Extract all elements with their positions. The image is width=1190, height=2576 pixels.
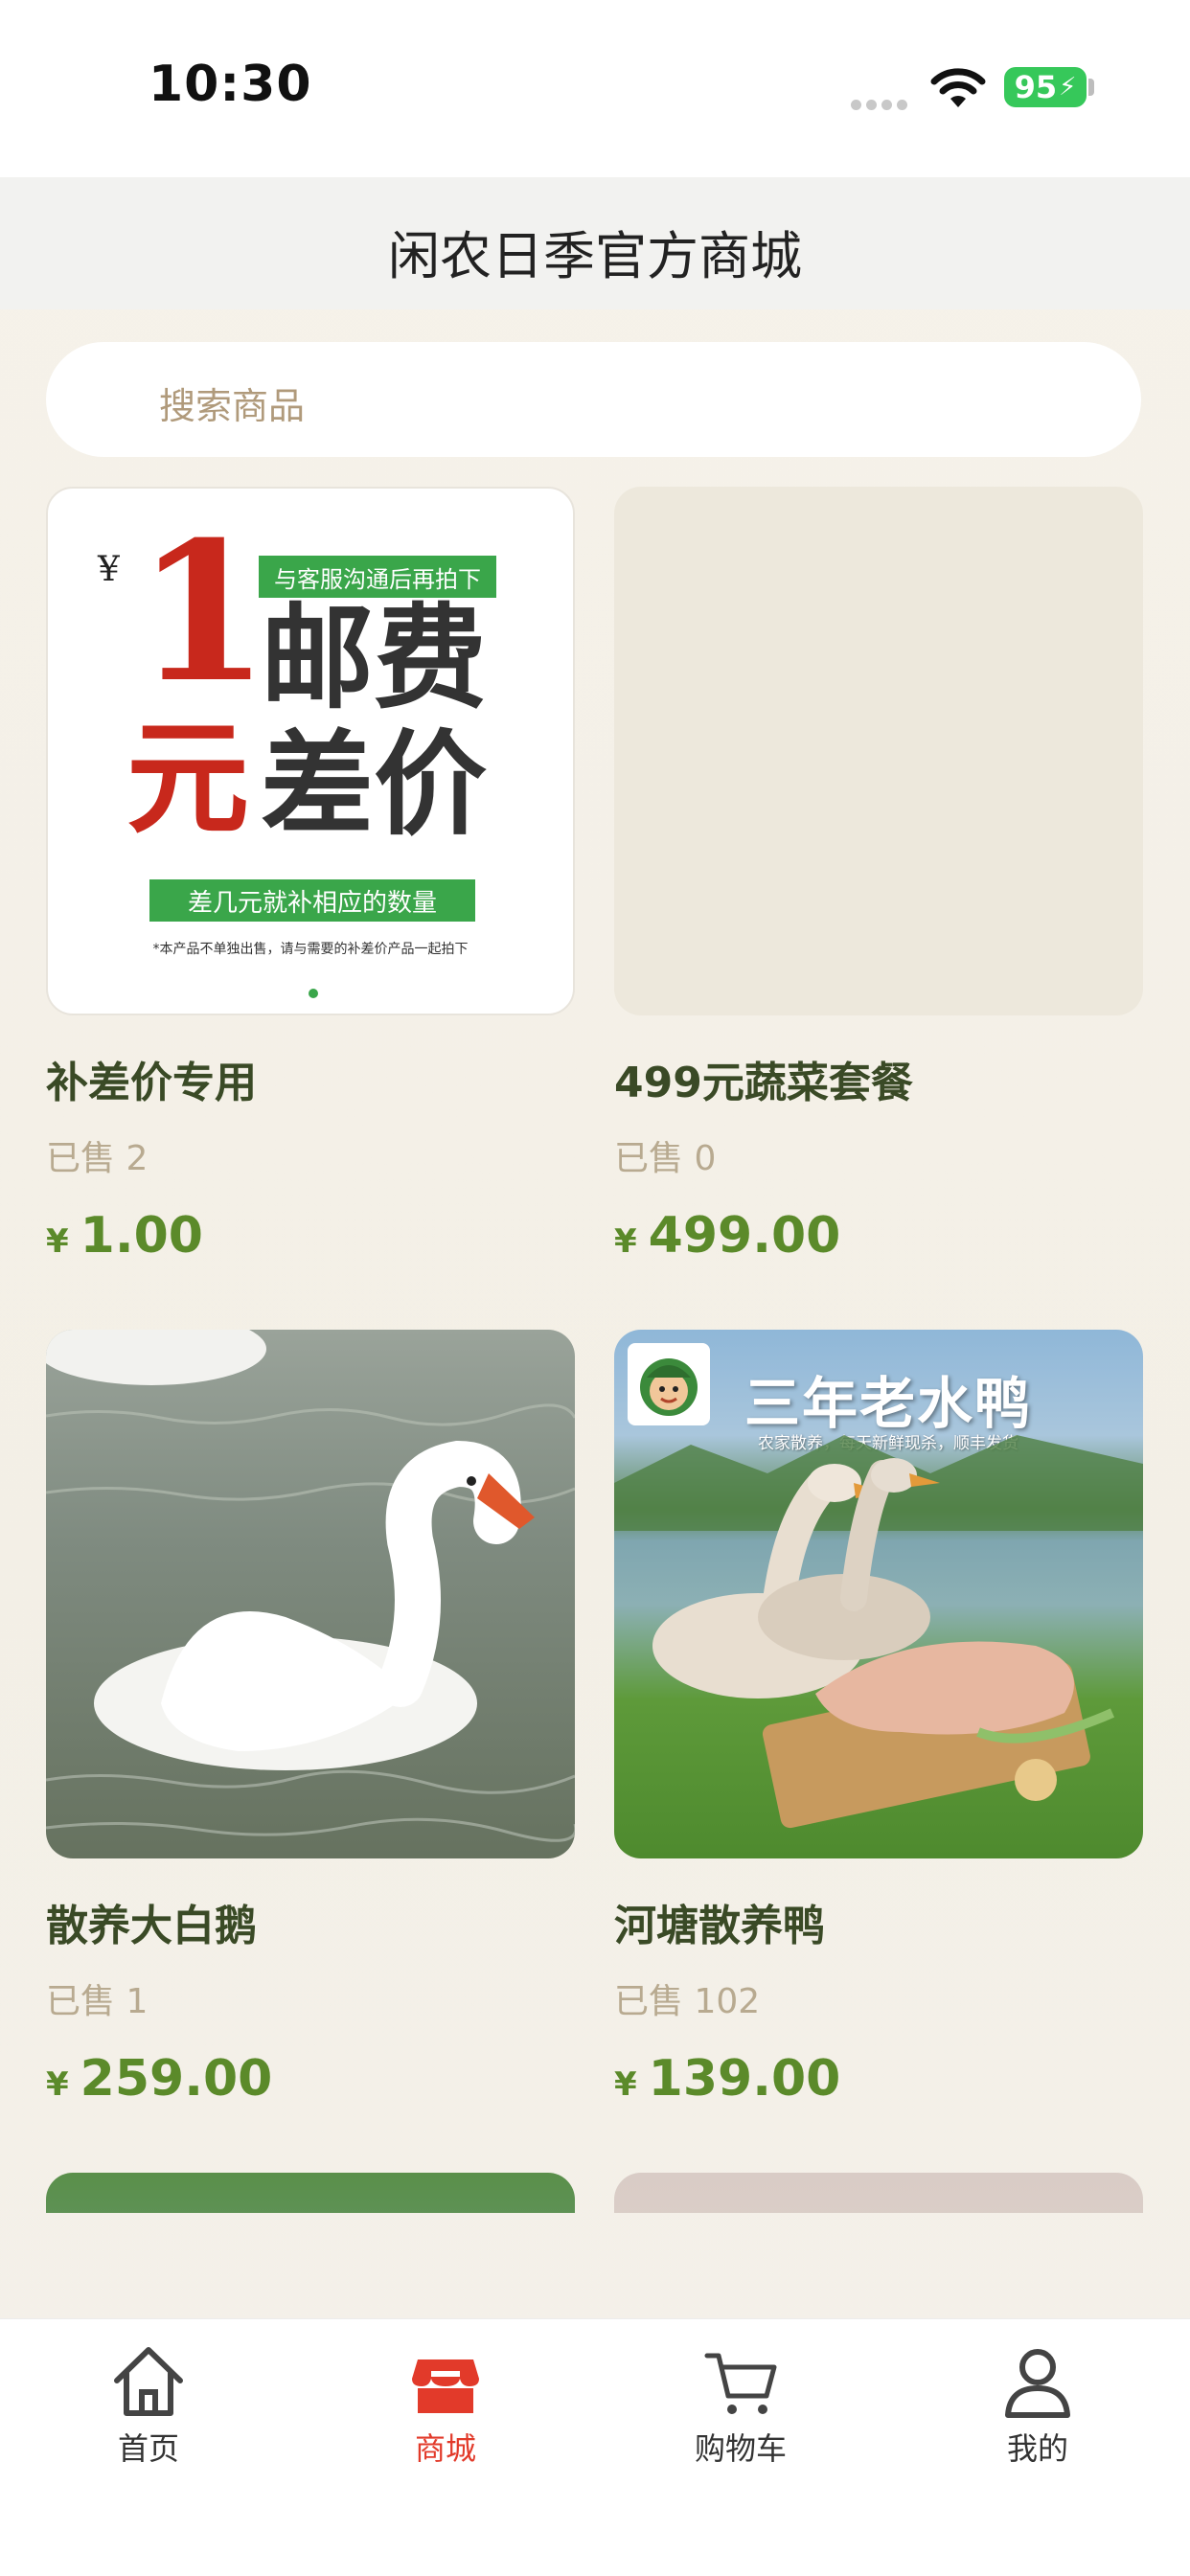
product-price: ¥259.00 xyxy=(46,2050,575,2108)
tab-label: 首页 xyxy=(117,2430,179,2467)
search-placeholder: 搜索商品 xyxy=(159,385,306,427)
product-title: 散养大白鹅 xyxy=(46,1902,257,1950)
product-card[interactable]: ¥ 1 元 与客服沟通后再拍下 邮费 差价 差几元就补相应的数量 *本产品不单独… xyxy=(46,487,575,1265)
page-header: 闲农日季官方商城 xyxy=(0,177,1190,309)
status-time: 10:30 xyxy=(149,56,312,113)
page-title: 闲农日季官方商城 xyxy=(388,226,802,286)
banner-line2: 差价 xyxy=(261,718,488,851)
product-grid: ¥ 1 元 与客服沟通后再拍下 邮费 差价 差几元就补相应的数量 *本产品不单独… xyxy=(0,487,1190,2213)
tab-label: 购物车 xyxy=(694,2430,787,2467)
product-title: 499元蔬菜套餐 xyxy=(614,1059,913,1107)
product-image-duck: 三年老水鸭 农家散养，每天新鲜现杀，顺丰发货 xyxy=(614,1330,1143,1858)
product-image-partial[interactable] xyxy=(46,2173,575,2213)
price-value: 1.00 xyxy=(80,1207,203,1265)
product-sold-count: 已售 2 xyxy=(46,1139,149,1178)
tab-profile[interactable]: 我的 xyxy=(942,2338,1133,2469)
currency-symbol: ¥ xyxy=(614,2065,637,2104)
product-image-goose xyxy=(46,1330,575,1858)
cellular-signal-icon xyxy=(851,96,912,114)
tab-label: 我的 xyxy=(1006,2430,1068,2467)
product-title: 河塘散养鸭 xyxy=(614,1902,825,1950)
search-input[interactable]: 搜索商品 xyxy=(46,342,1141,457)
battery-level: 95 xyxy=(1014,69,1058,105)
shop-icon xyxy=(412,2359,479,2413)
product-image-placeholder xyxy=(614,487,1143,1015)
product-card[interactable]: 散养大白鹅 已售 1 ¥259.00 xyxy=(46,1330,575,2108)
price-value: 259.00 xyxy=(80,2050,273,2108)
tab-label: 商城 xyxy=(414,2430,476,2467)
banner-line1: 邮费 xyxy=(261,592,488,724)
currency-symbol: ¥ xyxy=(614,1222,637,1261)
product-card[interactable]: 三年老水鸭 农家散养，每天新鲜现杀，顺丰发货 河塘散养鸭 已售 102 ¥139… xyxy=(614,1330,1143,2108)
duck-illustration xyxy=(614,1435,1143,1829)
product-sold-count: 已售 1 xyxy=(46,1982,149,2021)
price-value: 139.00 xyxy=(648,2050,841,2108)
banner-yen-symbol: ¥ xyxy=(98,550,120,589)
goose-illustration xyxy=(46,1330,575,1842)
banner-tag-bottom-text: 差几元就补相应的数量 xyxy=(187,888,437,918)
carousel-dot xyxy=(309,989,318,998)
product-sold-count: 已售 0 xyxy=(614,1139,717,1178)
battery-tip xyxy=(1088,79,1094,96)
user-icon xyxy=(1005,2349,1070,2418)
banner-note: *本产品不单独出售，请与需要的补差价产品一起拍下 xyxy=(152,942,469,957)
currency-symbol: ¥ xyxy=(46,2065,69,2104)
product-price: ¥499.00 xyxy=(614,1207,1143,1265)
tab-cart[interactable]: 购物车 xyxy=(645,2338,836,2469)
banner-number-one: 1 xyxy=(136,500,270,725)
banner-tag-top-text: 与客服沟通后再拍下 xyxy=(274,565,481,593)
tab-shop[interactable]: 商城 xyxy=(350,2338,541,2469)
status-bar: 10:30 95 ⚡ xyxy=(0,0,1190,177)
bottom-tab-bar: 首页 商城 购物车 我的 xyxy=(0,2318,1190,2576)
banner-tag-bottom: 差几元就补相应的数量 xyxy=(149,879,475,922)
product-image-partial[interactable] xyxy=(614,2173,1143,2213)
product-image-price-difference: ¥ 1 元 与客服沟通后再拍下 邮费 差价 差几元就补相应的数量 *本产品不单独… xyxy=(46,487,575,1015)
product-title: 补差价专用 xyxy=(46,1059,257,1107)
product-card[interactable]: 499元蔬菜套餐 已售 0 ¥499.00 xyxy=(614,487,1143,1265)
wifi-icon xyxy=(930,68,986,107)
banner-yuan-char: 元 xyxy=(126,708,250,851)
battery-indicator: 95 ⚡ xyxy=(1004,67,1087,107)
product-sold-count: 已售 102 xyxy=(614,1982,761,2021)
price-value: 499.00 xyxy=(648,1207,841,1265)
currency-symbol: ¥ xyxy=(46,1222,69,1261)
product-price: ¥139.00 xyxy=(614,2050,1143,2108)
home-icon xyxy=(114,2347,183,2416)
cart-icon xyxy=(704,2353,777,2414)
tab-home[interactable]: 首页 xyxy=(53,2338,244,2469)
product-price: ¥1.00 xyxy=(46,1207,575,1265)
